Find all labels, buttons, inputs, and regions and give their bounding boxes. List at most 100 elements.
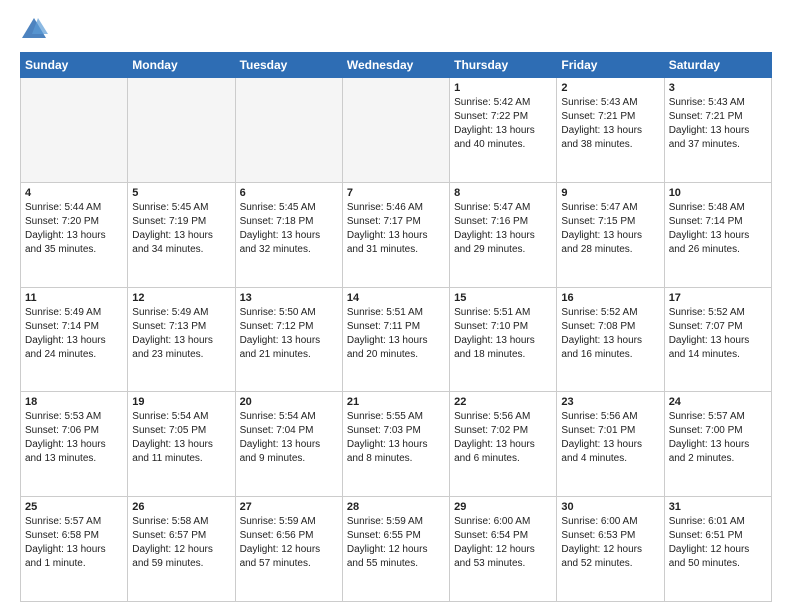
day-header-saturday: Saturday: [664, 53, 771, 78]
day-detail: Sunrise: 5:47 AM Sunset: 7:15 PM Dayligh…: [561, 201, 659, 257]
day-number: 15: [454, 292, 552, 304]
day-detail: Sunrise: 5:45 AM Sunset: 7:19 PM Dayligh…: [132, 201, 230, 257]
day-detail: Sunrise: 5:49 AM Sunset: 7:14 PM Dayligh…: [25, 306, 123, 362]
day-cell: 17Sunrise: 5:52 AM Sunset: 7:07 PM Dayli…: [664, 287, 771, 392]
day-detail: Sunrise: 5:56 AM Sunset: 7:02 PM Dayligh…: [454, 410, 552, 466]
days-header-row: SundayMondayTuesdayWednesdayThursdayFrid…: [21, 53, 772, 78]
day-detail: Sunrise: 5:44 AM Sunset: 7:20 PM Dayligh…: [25, 201, 123, 257]
calendar-table: SundayMondayTuesdayWednesdayThursdayFrid…: [20, 52, 772, 602]
day-cell: 24 Sunrise: 5:57 AM Sunset: 7:00 PM Dayli…: [664, 392, 771, 497]
day-number: 17: [669, 292, 767, 304]
day-number: 6: [240, 187, 338, 199]
week-row-4: 18 Sunrise: 5:53 AM Sunset: 7:06 PM Dayli…: [21, 392, 772, 497]
day-number: 22: [454, 396, 552, 408]
page: SundayMondayTuesdayWednesdayThursdayFrid…: [0, 0, 792, 612]
day-cell: 13 Sunrise: 5:50 AM Sunset: 7:12 PM Dayli…: [235, 287, 342, 392]
day-cell: 25Sunrise: 5:57 AM Sunset: 6:58 PM Dayli…: [21, 497, 128, 602]
day-cell: 8 Sunrise: 5:47 AM Sunset: 7:16 PM Daylig…: [450, 182, 557, 287]
day-cell: 26 Sunrise: 5:58 AM Sunset: 6:57 PM Dayli…: [128, 497, 235, 602]
day-number: 16: [561, 292, 659, 304]
day-detail: Sunrise: 5:50 AM Sunset: 7:12 PM Dayligh…: [240, 306, 338, 362]
day-cell: 16 Sunrise: 5:52 AM Sunset: 7:08 PM Dayli…: [557, 287, 664, 392]
day-detail: Sunrise: 6:00 AM Sunset: 6:54 PM Dayligh…: [454, 515, 552, 571]
week-row-2: 4 Sunrise: 5:44 AM Sunset: 7:20 PM Daylig…: [21, 182, 772, 287]
day-cell: 9 Sunrise: 5:47 AM Sunset: 7:15 PM Daylig…: [557, 182, 664, 287]
day-number: 7: [347, 187, 445, 199]
day-detail: Sunrise: 5:46 AM Sunset: 7:17 PM Dayligh…: [347, 201, 445, 257]
day-cell: 19Sunrise: 5:54 AM Sunset: 7:05 PM Dayli…: [128, 392, 235, 497]
day-detail: Sunrise: 5:53 AM Sunset: 7:06 PM Dayligh…: [25, 410, 123, 466]
day-cell: 6 Sunrise: 5:45 AM Sunset: 7:18 PM Daylig…: [235, 182, 342, 287]
day-number: 13: [240, 292, 338, 304]
week-row-1: 1 Sunrise: 5:42 AM Sunset: 7:22 PM Daylig…: [21, 78, 772, 183]
day-number: 1: [454, 82, 552, 94]
day-cell: 23 Sunrise: 5:56 AM Sunset: 7:01 PM Dayli…: [557, 392, 664, 497]
day-detail: Sunrise: 5:55 AM Sunset: 7:03 PM Dayligh…: [347, 410, 445, 466]
day-header-thursday: Thursday: [450, 53, 557, 78]
day-cell: 21 Sunrise: 5:55 AM Sunset: 7:03 PM Dayli…: [342, 392, 449, 497]
day-cell: 2 Sunrise: 5:43 AM Sunset: 7:21 PM Daylig…: [557, 78, 664, 183]
day-detail: Sunrise: 5:43 AM Sunset: 7:21 PM Dayligh…: [561, 96, 659, 152]
day-number: 29: [454, 501, 552, 513]
day-detail: Sunrise: 5:48 AM Sunset: 7:14 PM Dayligh…: [669, 201, 767, 257]
day-detail: Sunrise: 5:52 AM Sunset: 7:08 PM Dayligh…: [561, 306, 659, 362]
day-cell: 15 Sunrise: 5:51 AM Sunset: 7:10 PM Dayli…: [450, 287, 557, 392]
day-cell: 7 Sunrise: 5:46 AM Sunset: 7:17 PM Daylig…: [342, 182, 449, 287]
day-detail: Sunrise: 6:00 AM Sunset: 6:53 PM Dayligh…: [561, 515, 659, 571]
day-detail: Sunrise: 5:43 AM Sunset: 7:21 PM Dayligh…: [669, 96, 767, 152]
day-header-tuesday: Tuesday: [235, 53, 342, 78]
day-number: 3: [669, 82, 767, 94]
day-number: 20: [240, 396, 338, 408]
day-detail: Sunrise: 5:51 AM Sunset: 7:11 PM Dayligh…: [347, 306, 445, 362]
day-header-monday: Monday: [128, 53, 235, 78]
logo: [20, 16, 52, 44]
day-detail: Sunrise: 5:56 AM Sunset: 7:01 PM Dayligh…: [561, 410, 659, 466]
day-cell: 10 Sunrise: 5:48 AM Sunset: 7:14 PM Dayli…: [664, 182, 771, 287]
day-cell: [342, 78, 449, 183]
day-cell: 12Sunrise: 5:49 AM Sunset: 7:13 PM Dayli…: [128, 287, 235, 392]
day-detail: Sunrise: 5:45 AM Sunset: 7:18 PM Dayligh…: [240, 201, 338, 257]
day-cell: 11 Sunrise: 5:49 AM Sunset: 7:14 PM Dayli…: [21, 287, 128, 392]
day-number: 18: [25, 396, 123, 408]
day-cell: 20 Sunrise: 5:54 AM Sunset: 7:04 PM Dayli…: [235, 392, 342, 497]
day-header-sunday: Sunday: [21, 53, 128, 78]
day-cell: 27Sunrise: 5:59 AM Sunset: 6:56 PM Dayli…: [235, 497, 342, 602]
day-number: 30: [561, 501, 659, 513]
day-number: 2: [561, 82, 659, 94]
day-detail: Sunrise: 5:58 AM Sunset: 6:57 PM Dayligh…: [132, 515, 230, 571]
day-detail: Sunrise: 5:49 AM Sunset: 7:13 PM Dayligh…: [132, 306, 230, 362]
day-detail: Sunrise: 5:54 AM Sunset: 7:04 PM Dayligh…: [240, 410, 338, 466]
day-number: 8: [454, 187, 552, 199]
day-number: 26: [132, 501, 230, 513]
day-detail: Sunrise: 5:57 AM Sunset: 7:00 PM Dayligh…: [669, 410, 767, 466]
day-cell: 4 Sunrise: 5:44 AM Sunset: 7:20 PM Daylig…: [21, 182, 128, 287]
day-cell: 28 Sunrise: 5:59 AM Sunset: 6:55 PM Dayli…: [342, 497, 449, 602]
day-number: 9: [561, 187, 659, 199]
day-number: 10: [669, 187, 767, 199]
day-cell: 22 Sunrise: 5:56 AM Sunset: 7:02 PM Dayli…: [450, 392, 557, 497]
day-number: 19: [132, 396, 230, 408]
day-detail: Sunrise: 5:47 AM Sunset: 7:16 PM Dayligh…: [454, 201, 552, 257]
day-number: 23: [561, 396, 659, 408]
day-cell: 31Sunrise: 6:01 AM Sunset: 6:51 PM Dayli…: [664, 497, 771, 602]
day-number: 28: [347, 501, 445, 513]
day-detail: Sunrise: 5:51 AM Sunset: 7:10 PM Dayligh…: [454, 306, 552, 362]
day-number: 5: [132, 187, 230, 199]
header: [20, 16, 772, 44]
day-number: 4: [25, 187, 123, 199]
day-cell: 30 Sunrise: 6:00 AM Sunset: 6:53 PM Dayli…: [557, 497, 664, 602]
day-number: 21: [347, 396, 445, 408]
day-number: 24: [669, 396, 767, 408]
day-cell: [21, 78, 128, 183]
day-detail: Sunrise: 5:42 AM Sunset: 7:22 PM Dayligh…: [454, 96, 552, 152]
day-cell: [235, 78, 342, 183]
day-detail: Sunrise: 5:59 AM Sunset: 6:55 PM Dayligh…: [347, 515, 445, 571]
day-number: 31: [669, 501, 767, 513]
day-cell: 18 Sunrise: 5:53 AM Sunset: 7:06 PM Dayli…: [21, 392, 128, 497]
day-cell: 3 Sunrise: 5:43 AM Sunset: 7:21 PM Daylig…: [664, 78, 771, 183]
day-cell: 1 Sunrise: 5:42 AM Sunset: 7:22 PM Daylig…: [450, 78, 557, 183]
day-number: 11: [25, 292, 123, 304]
week-row-5: 25Sunrise: 5:57 AM Sunset: 6:58 PM Dayli…: [21, 497, 772, 602]
week-row-3: 11 Sunrise: 5:49 AM Sunset: 7:14 PM Dayli…: [21, 287, 772, 392]
day-header-wednesday: Wednesday: [342, 53, 449, 78]
